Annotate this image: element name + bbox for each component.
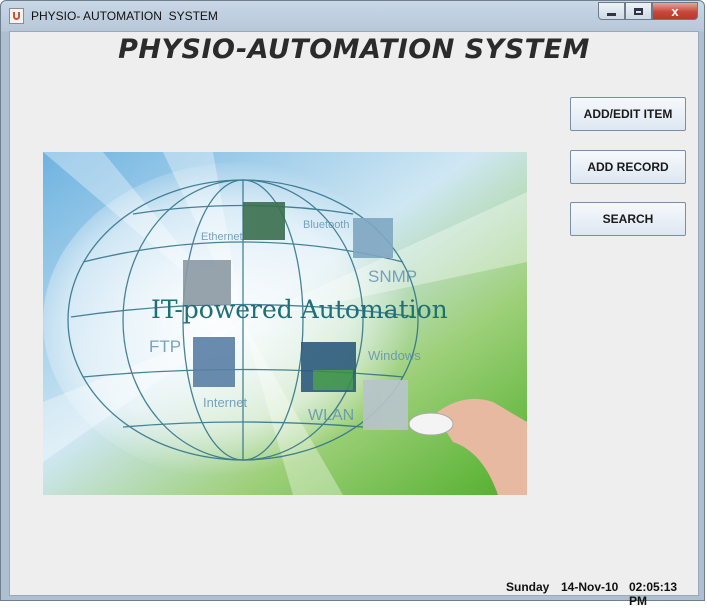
tile-label-ethernet: Ethernet (201, 231, 243, 243)
minimize-button[interactable] (598, 2, 625, 20)
tile-label-internet: Internet (203, 395, 247, 410)
tile-label-wlan: WLAN (308, 407, 354, 424)
automation-banner-image: Ethernet Bluetooth SNMP FTP Windows Inte… (43, 152, 527, 495)
tile-label-ftp: FTP (149, 337, 181, 356)
add-edit-item-button[interactable]: ADD/EDIT ITEM (570, 97, 686, 131)
main-panel: PHYSIO-AUTOMATION SYSTEM Ethernet Blueto… (9, 31, 699, 608)
status-day: Sunday (506, 580, 550, 594)
status-date: 14-Nov-10 (561, 580, 619, 594)
maximize-button[interactable] (625, 2, 652, 20)
app-window: PHYSIO- AUTOMATION SYSTEM x PHYSIO-AUTOM… (0, 0, 705, 608)
title-bar[interactable]: PHYSIO- AUTOMATION SYSTEM x (1, 1, 704, 31)
add-record-button[interactable]: ADD RECORD (570, 150, 686, 184)
window-title: PHYSIO- AUTOMATION SYSTEM (31, 9, 218, 23)
tile-label-windows: Windows (368, 348, 421, 363)
tile-label-bluetooth: Bluetooth (303, 219, 349, 231)
status-time: 02:05:13 PM (629, 580, 678, 608)
minimize-icon (607, 12, 616, 16)
search-button[interactable]: SEARCH (570, 202, 686, 236)
page-title: PHYSIO-AUTOMATION SYSTEM (118, 34, 590, 65)
close-icon: x (671, 3, 679, 19)
maximize-icon (634, 7, 643, 15)
banner-graphic: Ethernet Bluetooth SNMP FTP Windows Inte… (43, 152, 527, 495)
tile-label-snmp: SNMP (368, 267, 417, 286)
window-controls: x (598, 2, 698, 22)
banner-headline: IT-powered Automation (151, 295, 448, 324)
close-button[interactable]: x (652, 2, 698, 20)
java-app-icon (9, 8, 24, 24)
